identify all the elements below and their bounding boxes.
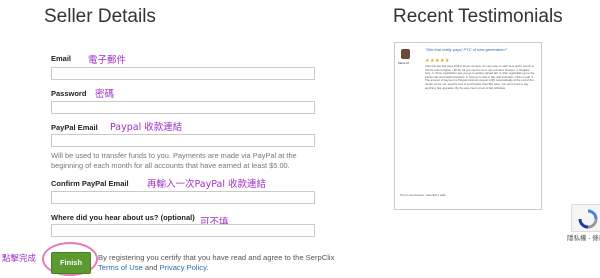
terms-text: By registering you certify that you have… <box>98 253 338 273</box>
testimonial-card: Marie M. "Site that really pays! PTC of … <box>394 42 542 210</box>
testimonial-body: I like this site that pays 0.06-0.10 per… <box>425 64 535 90</box>
password-label: Password <box>51 89 87 98</box>
recent-testimonials-title: Recent Testimonials <box>393 6 563 27</box>
confirm-paypal-field[interactable] <box>51 191 315 204</box>
recaptcha-badge[interactable] <box>571 204 600 232</box>
paypal-annotation: Paypal 收款連結 <box>110 122 183 133</box>
paypal-email-field[interactable] <box>51 134 315 147</box>
finish-annotation: 點擊完成 <box>2 254 37 264</box>
recaptcha-icon <box>578 209 598 229</box>
finish-button[interactable]: Finish <box>51 252 91 274</box>
terms-suffix: . <box>206 263 209 272</box>
paypal-help-text: Will be used to transfer funds to you. P… <box>51 151 297 170</box>
hear-about-label: Where did you hear about us? (optional) <box>51 213 195 222</box>
terms-prefix: By registering you certify that you have… <box>98 253 335 262</box>
terms-of-use-link[interactable]: Terms of Use <box>98 263 143 272</box>
hear-about-field[interactable] <box>51 224 315 237</box>
user-name: Marie M. <box>398 61 410 65</box>
email-annotation: 電子郵件 <box>88 55 127 66</box>
email-field[interactable] <box>51 67 315 80</box>
privacy-policy-link[interactable]: Privacy Policy <box>160 263 207 272</box>
confirm-paypal-label: Confirm PayPal Email <box>51 179 129 188</box>
confirm-annotation: 再輸入一次PayPal 收款連結 <box>147 179 267 190</box>
password-annotation: 密碼 <box>95 89 115 100</box>
email-label: Email <box>51 54 72 63</box>
testimonial-quote: "Site that really pays! PTC of new gener… <box>425 47 507 52</box>
user-avatar <box>401 49 410 59</box>
recaptcha-terms[interactable]: 隱私權 - 條款 <box>567 232 600 242</box>
password-field[interactable] <box>51 101 315 114</box>
testimonial-footer: Tip for commenters: Just click it well! <box>400 193 446 197</box>
seller-details-title: Seller Details <box>44 6 156 27</box>
terms-and: and <box>142 263 160 272</box>
paypal-email-label: PayPal Email <box>51 123 98 132</box>
